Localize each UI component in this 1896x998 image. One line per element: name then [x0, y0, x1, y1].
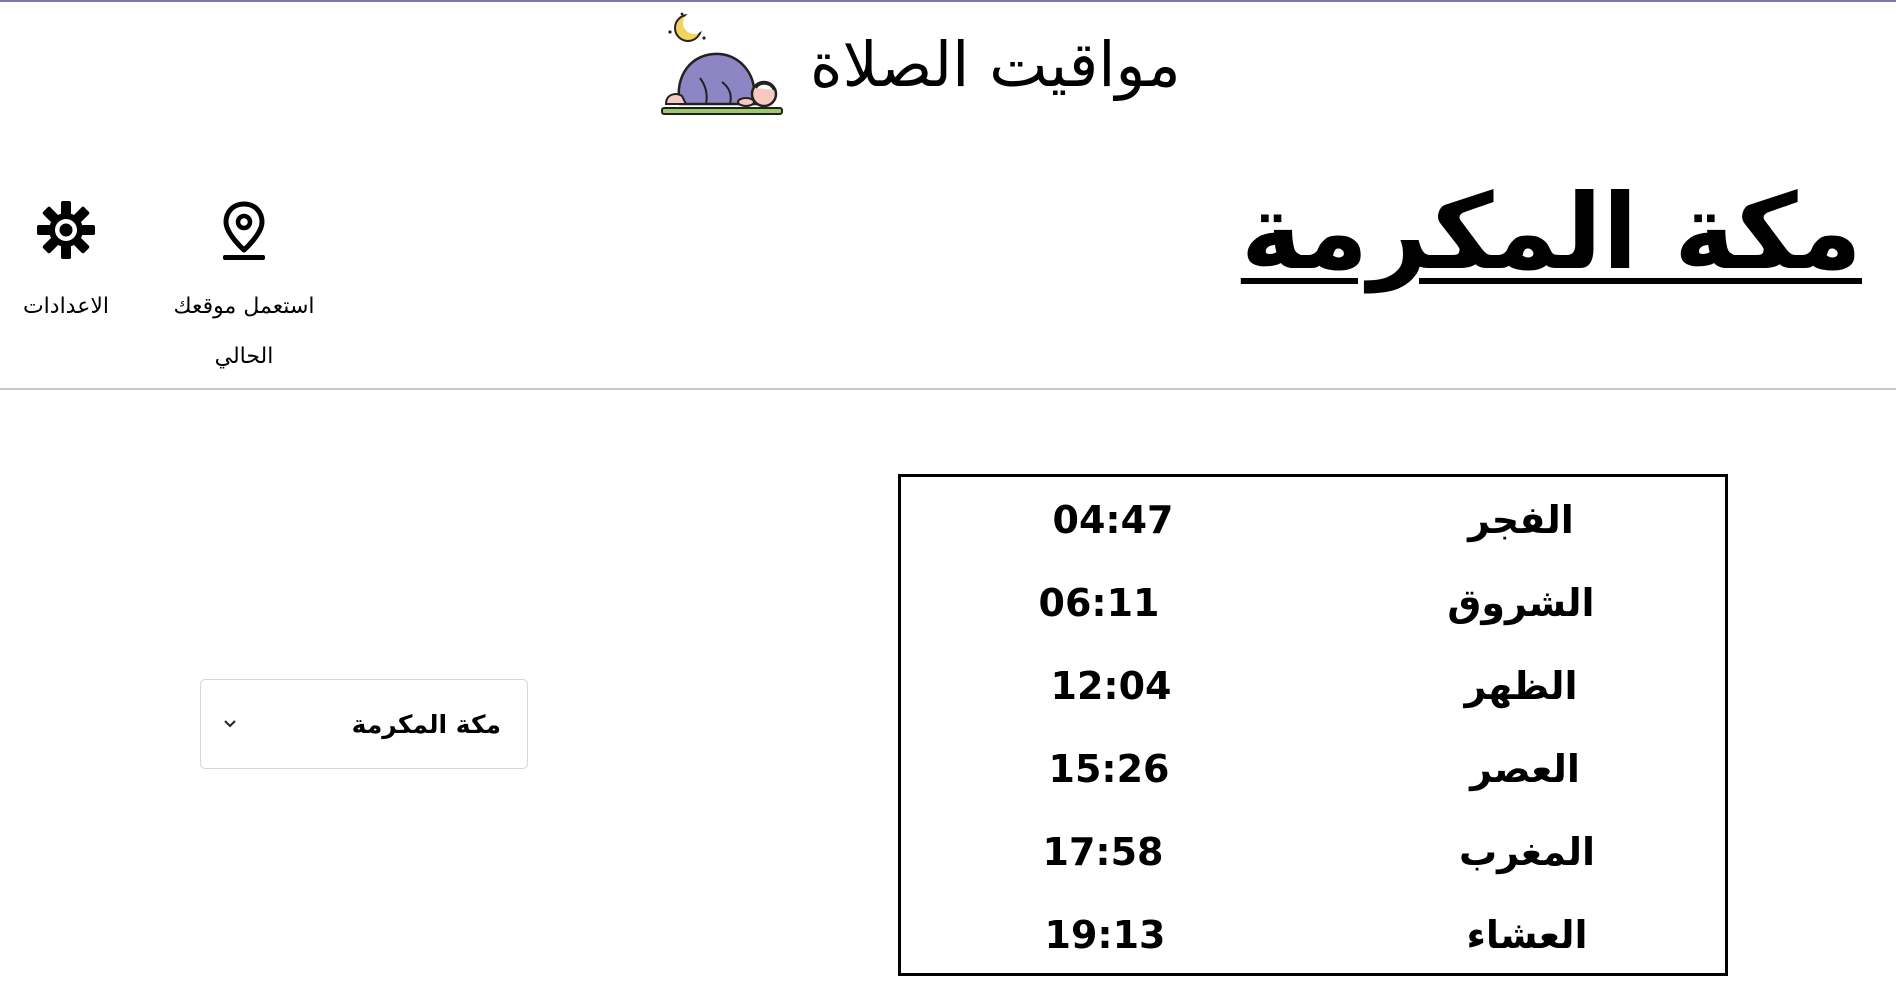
map-pin-icon — [223, 201, 265, 260]
prayer-name: الفجر — [1468, 498, 1574, 542]
praying-person-crescent-icon — [661, 12, 783, 115]
city-select-value: مكة المكرمة — [351, 709, 501, 739]
gear-icon — [37, 201, 95, 259]
app-page: مواقيت الصلاة مكة المكرمة استعمل موقعك ا… — [0, 0, 1896, 998]
city-title: مكة المكرمة — [1240, 171, 1862, 293]
prayer-name: الشروق — [1447, 581, 1595, 625]
prayer-time: 15:26 — [1048, 747, 1170, 791]
settings-button[interactable]: الاعدادات — [6, 200, 126, 332]
prayer-name: العصر — [1470, 747, 1580, 791]
prayer-time: 04:47 — [1052, 498, 1174, 542]
app-title: مواقيت الصلاة — [810, 27, 1181, 101]
top-border — [0, 0, 1896, 2]
settings-label: الاعدادات — [22, 294, 110, 319]
prayer-row: الشروق 06:11 — [901, 568, 1725, 638]
app-header: مواقيت الصلاة — [660, 8, 1240, 120]
use-location-button[interactable]: استعمل موقعك الحالي — [160, 200, 328, 382]
prayer-name: المغرب — [1458, 830, 1596, 874]
prayer-row: المغرب 17:58 — [901, 817, 1725, 887]
use-location-label: استعمل موقعك الحالي — [173, 294, 315, 369]
prayer-time: 12:04 — [1050, 664, 1172, 708]
prayer-times-table: الفجر 04:47 الشروق 06:11 الظهر 12:04 الع… — [898, 474, 1728, 976]
header-divider — [0, 388, 1896, 390]
prayer-time: 06:11 — [1038, 581, 1160, 625]
prayer-time: 19:13 — [1044, 913, 1166, 957]
chevron-down-icon — [224, 720, 236, 728]
prayer-name: العشاء — [1466, 913, 1588, 957]
prayer-name: الظهر — [1464, 664, 1578, 708]
prayer-time: 17:58 — [1042, 830, 1164, 874]
city-select[interactable]: مكة المكرمة — [200, 679, 528, 769]
prayer-row: الظهر 12:04 — [901, 651, 1725, 721]
prayer-row: العشاء 19:13 — [901, 900, 1725, 970]
prayer-row: العصر 15:26 — [901, 734, 1725, 804]
prayer-row: الفجر 04:47 — [901, 485, 1725, 555]
